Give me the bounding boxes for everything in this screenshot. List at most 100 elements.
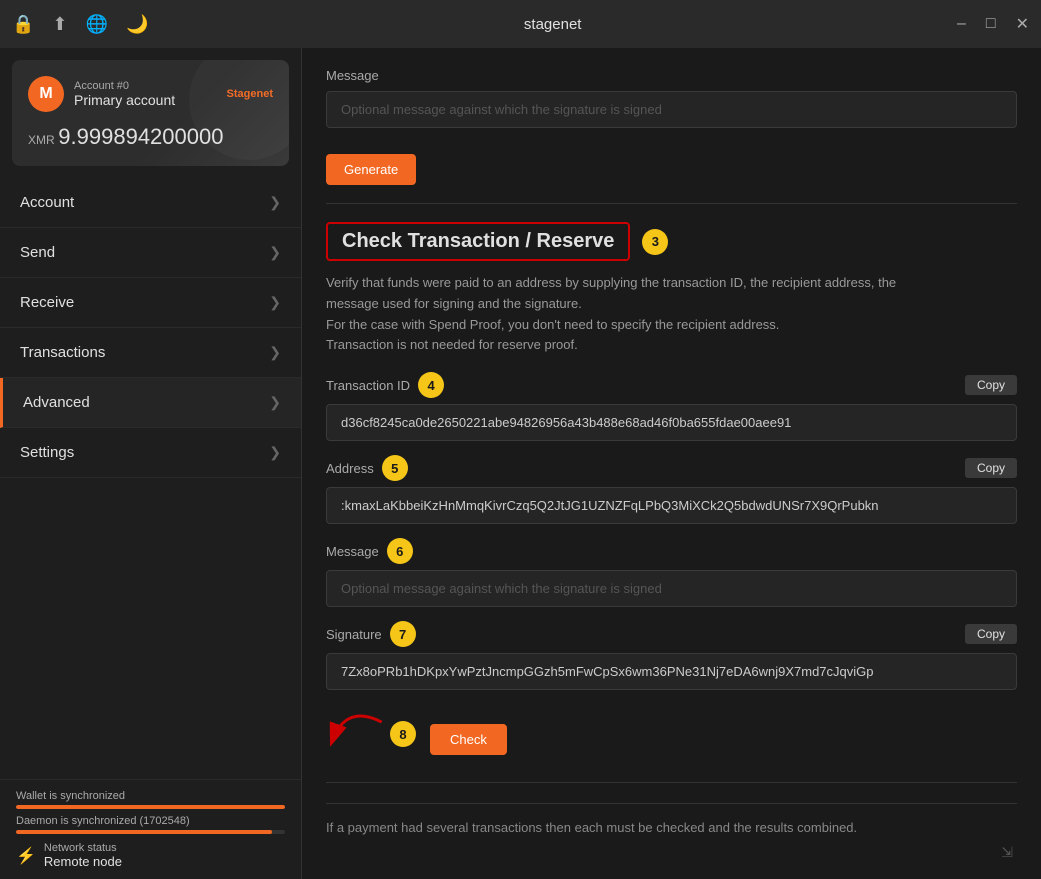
generate-button[interactable]: Generate xyxy=(326,154,416,185)
signature-label: Signature 7 xyxy=(326,621,416,647)
status-bar: Wallet is synchronized Daemon is synchro… xyxy=(0,779,301,879)
close-icon[interactable]: ✕ xyxy=(1016,14,1029,34)
wallet-balance: XMR 9.999894200000 xyxy=(28,124,273,150)
sidebar-item-advanced-label: Advanced xyxy=(23,394,90,411)
check-tx-title: Check Transaction / Reserve xyxy=(326,222,630,261)
address-label-text: Address xyxy=(326,461,374,476)
step-badge-3: 3 xyxy=(642,229,668,255)
step-badge-5: 5 xyxy=(382,455,408,481)
maximize-icon[interactable]: □ xyxy=(986,15,996,33)
sidebar-item-settings[interactable]: Settings ❯ xyxy=(0,428,301,478)
export-icon[interactable]: ⬆ xyxy=(52,14,67,35)
wallet-sync-fill xyxy=(16,805,285,809)
chevron-right-icon: ❯ xyxy=(269,294,281,311)
check-tx-desc-line3: For the case with Spend Proof, you don't… xyxy=(326,317,779,332)
wallet-info: Account #0 Primary account xyxy=(74,80,217,108)
wallet-header: M Account #0 Primary account Stagenet xyxy=(28,76,273,112)
tx-id-copy-button[interactable]: Copy xyxy=(965,375,1017,395)
red-arrow-icon xyxy=(318,696,395,773)
wallet-sync-track xyxy=(16,805,285,809)
address-input[interactable] xyxy=(326,487,1017,524)
titlebar-title: stagenet xyxy=(524,16,582,33)
globe-icon[interactable]: 🌐 xyxy=(86,14,108,35)
message-field: Message 6 xyxy=(326,538,1017,607)
main-layout: M Account #0 Primary account Stagenet XM… xyxy=(0,48,1041,879)
sidebar-item-account[interactable]: Account ❯ xyxy=(0,178,301,228)
check-tx-desc-line4: Transaction is not needed for reserve pr… xyxy=(326,337,578,352)
tx-id-input[interactable] xyxy=(326,404,1017,441)
wallet-network-badge: Stagenet xyxy=(227,88,273,100)
wallet-card: M Account #0 Primary account Stagenet XM… xyxy=(12,60,289,166)
network-info: Network status Remote node xyxy=(44,842,122,869)
sidebar-item-send[interactable]: Send ❯ xyxy=(0,228,301,278)
sidebar-item-settings-label: Settings xyxy=(20,444,74,461)
message-label: Message 6 xyxy=(326,538,413,564)
sidebar: M Account #0 Primary account Stagenet XM… xyxy=(0,48,302,879)
network-info-label: Network status xyxy=(44,842,122,854)
sidebar-item-advanced[interactable]: Advanced ❯ xyxy=(0,378,301,428)
wallet-sync-label: Wallet is synchronized xyxy=(16,790,285,802)
titlebar-controls: – □ ✕ xyxy=(957,14,1029,34)
content-area: Message Generate Check Transaction / Res… xyxy=(302,48,1041,879)
top-message-input[interactable] xyxy=(326,91,1017,128)
check-button-row: 8 Check xyxy=(326,704,1017,764)
check-tx-description: Verify that funds were paid to an addres… xyxy=(326,273,1017,356)
sidebar-item-receive-label: Receive xyxy=(20,294,74,311)
wallet-account-name: Primary account xyxy=(74,92,217,108)
chevron-right-icon: ❯ xyxy=(269,394,281,411)
resize-area: ⇲ xyxy=(326,835,1017,865)
tx-id-field: Transaction ID 4 Copy xyxy=(326,372,1017,441)
wallet-account-num: Account #0 xyxy=(74,80,217,92)
address-label: Address 5 xyxy=(326,455,408,481)
titlebar: 🔒 ⬆ 🌐 🌙 stagenet – □ ✕ xyxy=(0,0,1041,48)
address-field: Address 5 Copy xyxy=(326,455,1017,524)
resize-handle-icon[interactable]: ⇲ xyxy=(1001,844,1013,861)
top-message-section: Message xyxy=(326,68,1017,128)
minimize-icon[interactable]: – xyxy=(957,15,966,33)
signature-input[interactable] xyxy=(326,653,1017,690)
tx-id-label-text: Transaction ID xyxy=(326,378,410,393)
daemon-sync-status: Daemon is synchronized (1702548) xyxy=(16,815,285,834)
message-input[interactable] xyxy=(326,570,1017,607)
divider-1 xyxy=(326,203,1017,204)
chevron-right-icon: ❯ xyxy=(269,194,281,211)
chevron-right-icon: ❯ xyxy=(269,444,281,461)
step-badge-4: 4 xyxy=(418,372,444,398)
moon-icon[interactable]: 🌙 xyxy=(126,14,148,35)
nav-items: Account ❯ Send ❯ Receive ❯ Transactions … xyxy=(0,178,301,779)
sidebar-item-receive[interactable]: Receive ❯ xyxy=(0,278,301,328)
daemon-sync-track xyxy=(16,830,285,834)
check-tx-desc-line2: message used for signing and the signatu… xyxy=(326,296,582,311)
monero-logo: M xyxy=(28,76,64,112)
sidebar-item-transactions[interactable]: Transactions ❯ xyxy=(0,328,301,378)
wallet-sync-status: Wallet is synchronized xyxy=(16,790,285,809)
step-badge-8: 8 xyxy=(390,721,416,747)
check-tx-header: Check Transaction / Reserve 3 xyxy=(326,222,1017,261)
message-label-row: Message 6 xyxy=(326,538,1017,564)
tx-id-label-row: Transaction ID 4 Copy xyxy=(326,372,1017,398)
chevron-right-icon: ❯ xyxy=(269,244,281,261)
daemon-sync-label: Daemon is synchronized (1702548) xyxy=(16,815,285,827)
lightning-icon: ⚡ xyxy=(16,846,36,866)
sidebar-item-account-label: Account xyxy=(20,194,74,211)
address-copy-button[interactable]: Copy xyxy=(965,458,1017,478)
lock-icon[interactable]: 🔒 xyxy=(12,14,34,35)
titlebar-left-icons: 🔒 ⬆ 🌐 🌙 xyxy=(12,14,148,35)
signature-label-row: Signature 7 Copy xyxy=(326,621,1017,647)
signature-copy-button[interactable]: Copy xyxy=(965,624,1017,644)
signature-field: Signature 7 Copy xyxy=(326,621,1017,690)
tx-id-label: Transaction ID 4 xyxy=(326,372,444,398)
address-label-row: Address 5 Copy xyxy=(326,455,1017,481)
sidebar-item-send-label: Send xyxy=(20,244,55,261)
message-label-text: Message xyxy=(326,544,379,559)
top-message-label: Message xyxy=(326,68,1017,83)
wallet-balance-amount: 9.999894200000 xyxy=(58,124,223,149)
divider-2 xyxy=(326,782,1017,783)
wallet-balance-label: XMR xyxy=(28,133,55,147)
network-status: ⚡ Network status Remote node xyxy=(16,842,285,869)
daemon-sync-fill xyxy=(16,830,272,834)
check-tx-desc-line1: Verify that funds were paid to an addres… xyxy=(326,275,896,290)
sidebar-item-transactions-label: Transactions xyxy=(20,344,105,361)
check-button[interactable]: Check xyxy=(430,724,507,755)
footer-note: If a payment had several transactions th… xyxy=(326,803,1017,835)
